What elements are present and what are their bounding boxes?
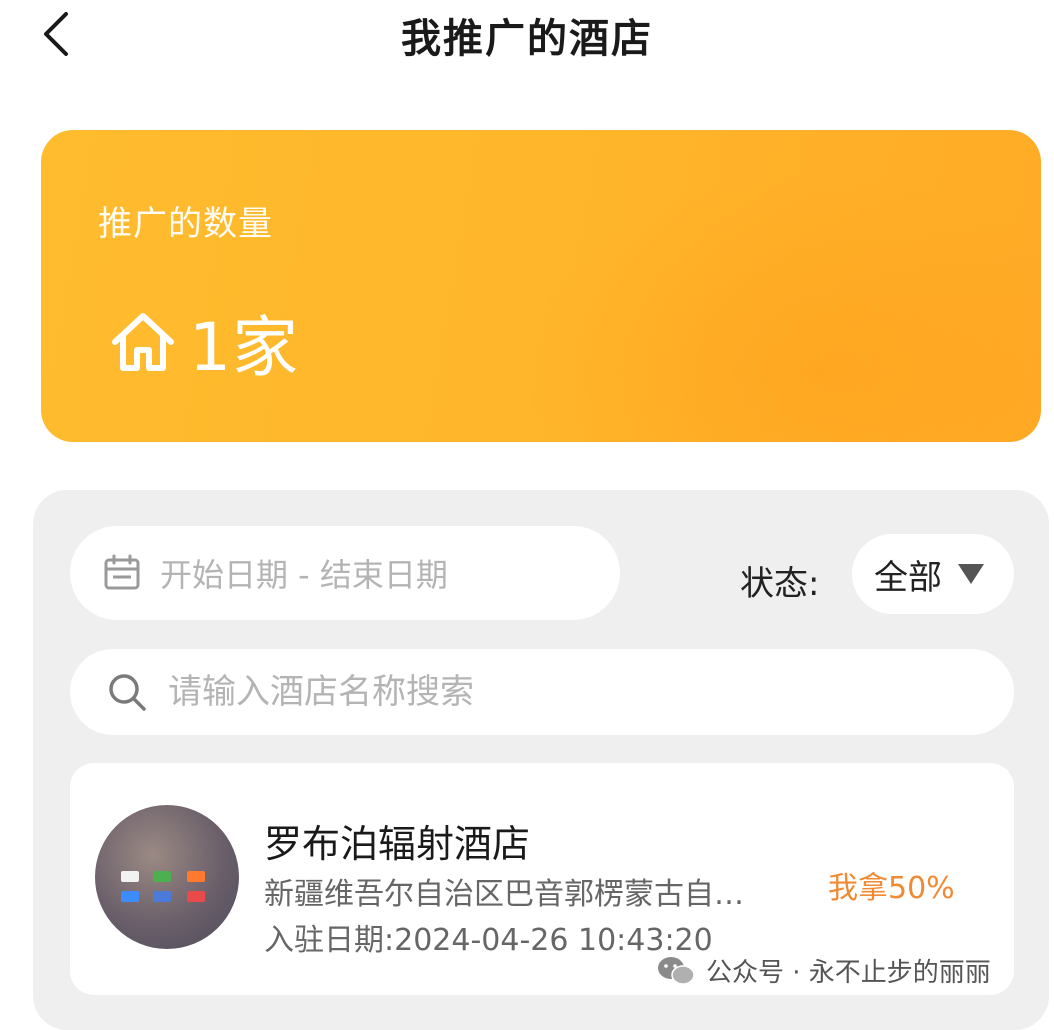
home-icon bbox=[112, 313, 174, 371]
hotel-join-date: 入驻日期:2024-04-26 10:43:20 bbox=[264, 923, 713, 958]
watermark-text: 公众号 · 永不止步的丽丽 bbox=[706, 958, 991, 988]
date-range-placeholder: 开始日期 - 结束日期 bbox=[160, 556, 448, 594]
hotel-address: 新疆维吾尔自治区巴音郭楞蒙古自… bbox=[264, 877, 744, 912]
summary-value-row: 1家 bbox=[107, 294, 299, 390]
watermark: 公众号 · 永不止步的丽丽 bbox=[656, 952, 991, 989]
search-input[interactable] bbox=[166, 671, 930, 713]
status-label: 状态: bbox=[740, 564, 820, 604]
promotion-summary-card: 推广的数量 1家 bbox=[41, 130, 1041, 442]
summary-label: 推广的数量 bbox=[98, 204, 273, 244]
search-bar[interactable] bbox=[70, 649, 1014, 735]
caret-down-icon bbox=[958, 564, 984, 584]
search-icon bbox=[109, 674, 146, 711]
status-dropdown[interactable]: 全部 bbox=[852, 534, 1014, 614]
summary-value: 1家 bbox=[189, 309, 299, 386]
date-range-picker[interactable]: 开始日期 - 结束日期 bbox=[70, 526, 620, 620]
status-selected-value: 全部 bbox=[874, 557, 942, 598]
wechat-icon bbox=[658, 956, 695, 985]
commission-badge: 我拿50% bbox=[828, 871, 955, 906]
hotel-name: 罗布泊辐射酒店 bbox=[264, 822, 531, 866]
hotel-thumbnail bbox=[95, 805, 239, 949]
calendar-icon bbox=[104, 554, 140, 590]
header-bar: 我推广的酒店 bbox=[0, 0, 1054, 70]
page-title: 我推广的酒店 bbox=[401, 16, 653, 62]
